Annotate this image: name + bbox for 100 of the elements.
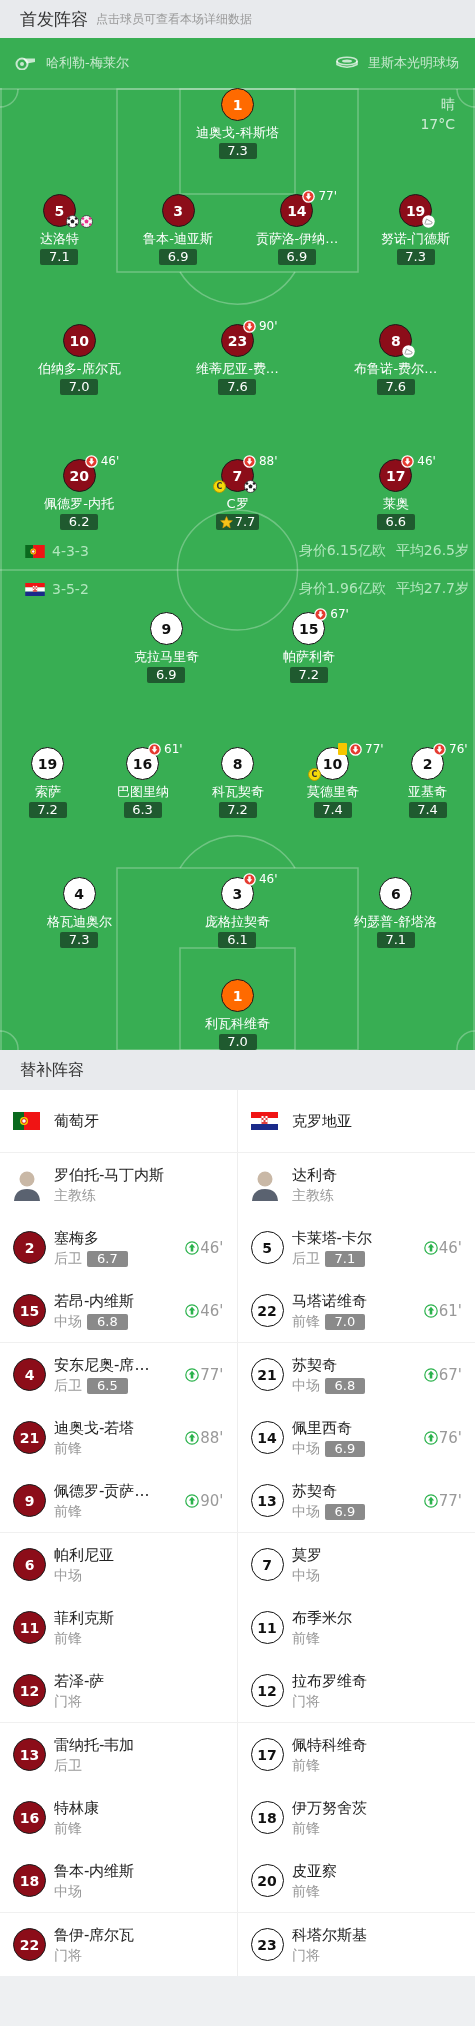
average-age: 平均27.7岁 bbox=[395, 580, 469, 598]
position-label: 中场 bbox=[291, 1502, 320, 1521]
boot-icon bbox=[402, 345, 416, 358]
player-rating: 7.4 bbox=[408, 802, 447, 818]
sub-off-arrow-icon bbox=[302, 189, 316, 203]
player-number-badge[interactable]: 15 bbox=[13, 1294, 46, 1327]
player-number-badge[interactable]: 7 bbox=[250, 1548, 284, 1581]
player-rating: 6.9 bbox=[324, 1503, 366, 1520]
player-number-badge[interactable]: 19 bbox=[31, 747, 64, 780]
player-name: 努诺-门德斯 bbox=[380, 230, 451, 247]
player-rating: 6.9 bbox=[324, 1440, 366, 1457]
position-label: 后卫 bbox=[291, 1249, 320, 1268]
boot-icon bbox=[422, 215, 436, 228]
player-name: 达洛特 bbox=[39, 230, 79, 247]
player-number-badge[interactable]: 23 bbox=[250, 1928, 284, 1961]
player-number-badge[interactable]: 5 bbox=[42, 194, 76, 227]
player-name: 科瓦契奇 bbox=[211, 783, 264, 800]
captain-badge: C bbox=[308, 768, 321, 781]
player-number-badge[interactable]: 16 bbox=[126, 747, 159, 780]
player-number-badge[interactable]: 9 bbox=[149, 612, 183, 645]
player-number-badge[interactable]: 3 bbox=[161, 194, 195, 227]
team-name: 克罗地亚 bbox=[291, 1111, 352, 1131]
player-number-badge[interactable]: 12 bbox=[250, 1674, 284, 1707]
sub-minute: 67' bbox=[438, 1365, 462, 1384]
player-number-badge[interactable]: 8 bbox=[379, 324, 413, 357]
player-number-badge[interactable]: 3 bbox=[221, 877, 254, 910]
average-age: 平均26.5岁 bbox=[395, 542, 469, 560]
position-label: 前锋 bbox=[291, 1882, 320, 1901]
croatia-flag-icon bbox=[250, 1112, 278, 1130]
sub-minute: 88' bbox=[200, 1428, 224, 1447]
player-rating: 7.0 bbox=[60, 379, 99, 395]
substitute-name: 马塔诺维奇 bbox=[291, 1290, 367, 1311]
player-number-badge[interactable]: 17 bbox=[250, 1738, 284, 1771]
player-number-badge[interactable]: 5 bbox=[250, 1231, 284, 1264]
player-name: 巴图里纳 bbox=[116, 783, 169, 800]
player-number-badge[interactable]: 10 bbox=[316, 747, 349, 780]
sub-minute: 46' bbox=[200, 1301, 224, 1320]
sub-minute: 77' bbox=[438, 1491, 462, 1510]
referee-name: 哈利勒-梅莱尔 bbox=[46, 54, 129, 72]
player-number-badge[interactable]: 4 bbox=[62, 877, 96, 910]
player-name: 迪奥戈-科斯塔 bbox=[196, 124, 279, 141]
player-number-badge[interactable]: 16 bbox=[13, 1801, 46, 1834]
substitute-name: 帕利尼亚 bbox=[54, 1544, 114, 1565]
player-number-badge[interactable]: 11 bbox=[13, 1611, 46, 1644]
player-number-badge[interactable]: 9 bbox=[13, 1484, 46, 1517]
player-number-badge[interactable]: 22 bbox=[250, 1294, 284, 1327]
stadium-icon bbox=[336, 56, 358, 70]
formation-text: 4-3-3 bbox=[52, 543, 89, 559]
croatia-flag-icon bbox=[25, 582, 45, 596]
sub-minute: 61' bbox=[164, 742, 183, 756]
player-rating: 7.0 bbox=[324, 1313, 366, 1330]
player-number-badge[interactable]: 17 bbox=[379, 459, 413, 492]
player-number-badge[interactable]: 4 bbox=[13, 1358, 46, 1391]
position-label: 门将 bbox=[291, 1692, 320, 1711]
player-number-badge[interactable]: 19 bbox=[399, 194, 433, 227]
sub-minute: 90' bbox=[259, 319, 278, 333]
player-rating: 7.1 bbox=[376, 932, 415, 948]
player-number-badge[interactable]: 20 bbox=[250, 1864, 284, 1897]
team-value: 身价1.96亿欧 bbox=[298, 580, 386, 598]
player-number-badge[interactable]: 2 bbox=[411, 747, 444, 780]
player-number-badge[interactable]: 6 bbox=[13, 1548, 46, 1581]
sub-off-arrow-icon bbox=[84, 454, 98, 468]
player-number-badge[interactable]: 23 bbox=[221, 324, 254, 357]
player-rating: 6.1 bbox=[218, 932, 257, 948]
sub-off-arrow-icon bbox=[314, 607, 328, 621]
player-number-badge[interactable]: 22 bbox=[13, 1928, 46, 1961]
player-number-badge[interactable]: 14 bbox=[250, 1421, 284, 1454]
player-rating: 7.3 bbox=[396, 249, 435, 265]
player-number-badge[interactable]: 6 bbox=[379, 877, 413, 910]
substitute-name: 鲁伊-席尔瓦 bbox=[54, 1924, 135, 1945]
sub-minute: 77' bbox=[318, 189, 337, 203]
player-rating: 7.2 bbox=[218, 802, 257, 818]
player-rating: 6.6 bbox=[376, 514, 415, 530]
player-number-badge[interactable]: 13 bbox=[250, 1484, 284, 1517]
player-number-badge[interactable]: 21 bbox=[13, 1421, 46, 1454]
substitute-name: 科塔尔斯基 bbox=[291, 1924, 367, 1945]
substitute-name: 雷纳托-韦加 bbox=[54, 1734, 135, 1755]
player-rating: 6.3 bbox=[123, 802, 162, 818]
player-number-badge[interactable]: 13 bbox=[13, 1738, 46, 1771]
player-number-badge[interactable]: 10 bbox=[62, 324, 96, 357]
position-label: 前锋 bbox=[54, 1819, 82, 1838]
position-label: 后卫 bbox=[54, 1756, 82, 1775]
player-number-badge[interactable]: 11 bbox=[250, 1611, 284, 1644]
player-number-badge[interactable]: 8 bbox=[221, 747, 254, 780]
player-number-badge[interactable]: 15 bbox=[292, 612, 326, 645]
sub-minute: 46' bbox=[438, 1238, 462, 1257]
sub-off-arrow-icon bbox=[349, 742, 362, 756]
player-number-badge[interactable]: 21 bbox=[250, 1358, 284, 1391]
substitute-name: 若泽-萨 bbox=[54, 1670, 105, 1691]
sub-minute: 76' bbox=[438, 1428, 462, 1447]
player-rating: 7.3 bbox=[60, 932, 99, 948]
position-label: 门将 bbox=[54, 1946, 82, 1965]
position-label: 中场 bbox=[291, 1439, 320, 1458]
player-number-badge[interactable]: 18 bbox=[250, 1801, 284, 1834]
player-number-badge[interactable]: 18 bbox=[13, 1864, 46, 1897]
player-number-badge[interactable]: 12 bbox=[13, 1674, 46, 1707]
player-number-badge[interactable]: 14 bbox=[280, 194, 314, 227]
player-rating: 6.8 bbox=[87, 1313, 128, 1330]
player-number-badge[interactable]: 20 bbox=[62, 459, 96, 492]
player-number-badge[interactable]: 2 bbox=[13, 1231, 46, 1264]
